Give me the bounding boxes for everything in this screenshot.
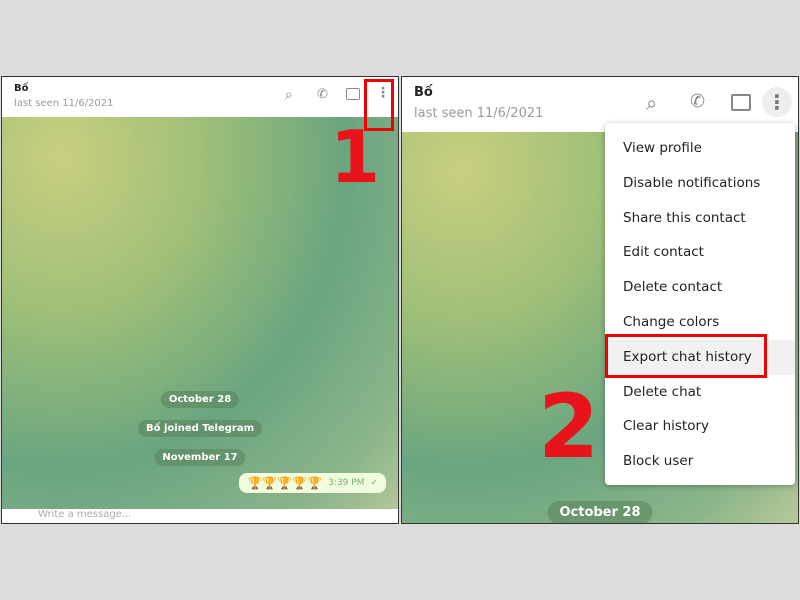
search-icon[interactable]: ⌕ (285, 87, 293, 103)
message-time: 3:39 PM (328, 478, 365, 488)
step-number: 1 (330, 115, 381, 199)
menu-item-disable-notifications[interactable]: Disable notifications (605, 166, 795, 201)
last-seen: last seen 11/6/2021 (414, 106, 544, 121)
contact-name[interactable]: Bố (14, 83, 29, 94)
message-input[interactable]: Write a message... (2, 509, 398, 523)
menu-item-clear-history[interactable]: Clear history (605, 409, 795, 444)
phone-icon[interactable]: ✆ (317, 87, 328, 102)
date-pill: November 17 (154, 449, 246, 466)
phone-icon[interactable]: ✆ (690, 91, 705, 112)
menu-item-block-user[interactable]: Block user (605, 444, 795, 479)
step-number: 2 (538, 375, 600, 478)
date-pill: October 28 (160, 391, 240, 408)
message-bubble[interactable]: 🏆🏆🏆🏆🏆 3:39 PM ✓ (239, 473, 386, 493)
sidebar-toggle-icon[interactable] (346, 88, 360, 100)
service-message: Bố joined Telegram (138, 420, 262, 437)
date-pill: October 28 (547, 501, 653, 523)
contact-name[interactable]: Bố (414, 85, 433, 100)
last-seen: last seen 11/6/2021 (14, 98, 114, 109)
menu-item-delete-contact[interactable]: Delete contact (605, 270, 795, 305)
sidebar-toggle-icon[interactable] (731, 94, 751, 111)
message-text: 🏆🏆🏆🏆🏆 (247, 476, 323, 490)
menu-item-delete-chat[interactable]: Delete chat (605, 375, 795, 410)
menu-item-edit-contact[interactable]: Edit contact (605, 235, 795, 270)
check-icon: ✓ (370, 478, 378, 488)
chat-options-menu: View profile Disable notifications Share… (605, 123, 795, 485)
menu-item-share-contact[interactable]: Share this contact (605, 201, 795, 236)
chat-header: Bố last seen 11/6/2021 ⌕ ✆ ⋮ (2, 77, 398, 117)
highlight-box (605, 334, 767, 378)
left-chat-window: Bố last seen 11/6/2021 ⌕ ✆ ⋮ October 28 … (1, 76, 399, 524)
search-icon[interactable]: ⌕ (646, 91, 657, 115)
menu-item-view-profile[interactable]: View profile (605, 131, 795, 166)
more-options-icon[interactable]: ⋮ (762, 87, 792, 117)
